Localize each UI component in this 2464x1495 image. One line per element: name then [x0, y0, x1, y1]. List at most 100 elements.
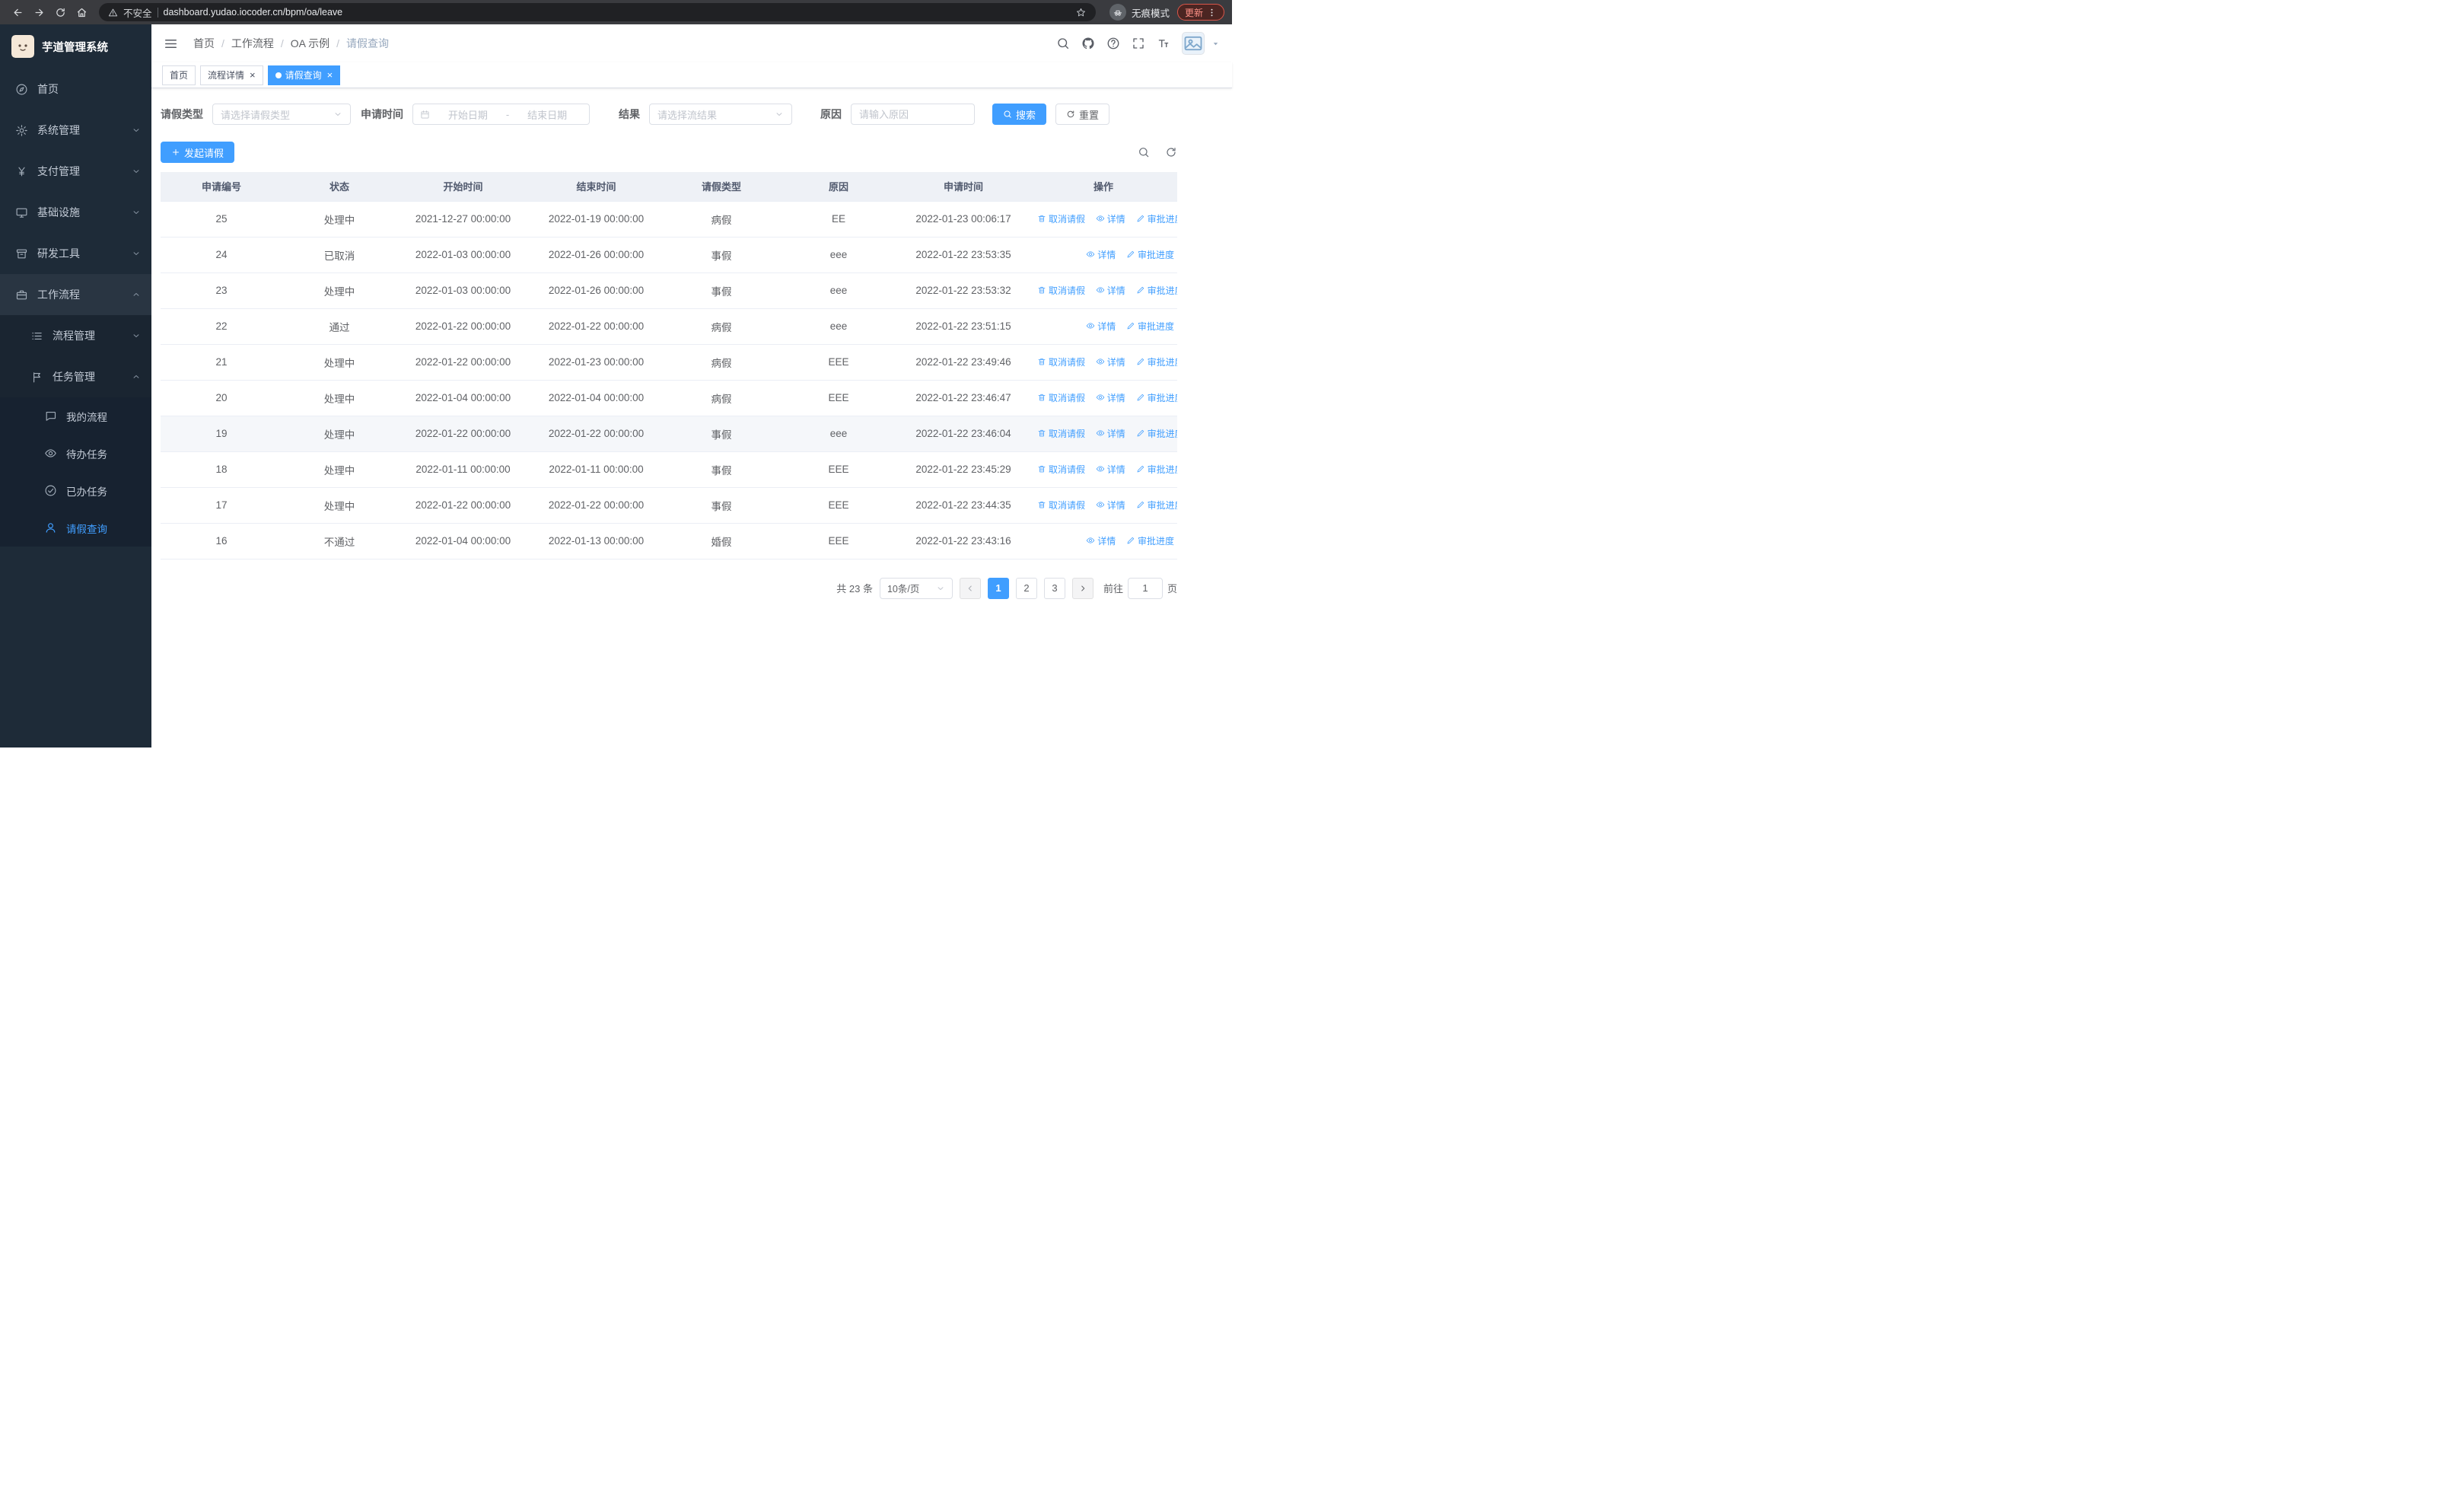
prev-page-button[interactable]: [959, 577, 981, 599]
table-row[interactable]: 24 已取消 2022-01-03 00:00:00 2022-01-26 00…: [161, 237, 1177, 273]
table-row[interactable]: 17 处理中 2022-01-22 00:00:00 2022-01-22 00…: [161, 487, 1177, 524]
approval-progress-link[interactable]: 审批进度: [1136, 212, 1177, 225]
tab-home[interactable]: 首页: [162, 65, 196, 85]
forward-icon[interactable]: [29, 2, 49, 22]
collapse-sidebar-icon[interactable]: [164, 37, 178, 51]
approval-progress-link[interactable]: 审批进度: [1136, 391, 1177, 404]
caret-down-icon[interactable]: [1211, 40, 1220, 48]
edit-icon: [1127, 251, 1135, 258]
eye-icon: [1096, 430, 1104, 436]
sidebar-item-home[interactable]: 首页: [0, 69, 151, 110]
sidebar-item-system[interactable]: 系统管理: [0, 110, 151, 151]
cancel-leave-link[interactable]: 取消请假: [1037, 463, 1085, 476]
cancel-leave-link[interactable]: 取消请假: [1037, 212, 1085, 225]
app-logo-row[interactable]: 芋道管理系统: [0, 24, 151, 69]
cancel-leave-link[interactable]: 取消请假: [1037, 427, 1085, 440]
detail-link[interactable]: 详情: [1096, 463, 1125, 476]
cancel-leave-link[interactable]: 取消请假: [1037, 391, 1085, 404]
create-leave-button[interactable]: 发起请假: [161, 142, 235, 163]
avatar[interactable]: [1182, 32, 1205, 55]
tab-leave-query[interactable]: 请假查询 ×: [267, 65, 341, 85]
table-row[interactable]: 22 通过 2022-01-22 00:00:00 2022-01-22 00:…: [161, 308, 1177, 345]
cell-end-time: 2022-01-23 00:00:00: [530, 344, 663, 381]
approval-progress-link[interactable]: 审批进度: [1136, 355, 1177, 368]
sidebar-item-payment[interactable]: 支付管理: [0, 151, 151, 192]
table-row[interactable]: 20 处理中 2022-01-04 00:00:00 2022-01-04 00…: [161, 380, 1177, 416]
table-row[interactable]: 25 处理中 2021-12-27 00:00:00 2022-01-19 00…: [161, 201, 1177, 237]
detail-link[interactable]: 详情: [1096, 212, 1125, 225]
fullscreen-icon[interactable]: [1132, 37, 1145, 50]
tab-process-detail[interactable]: 流程详情 ×: [200, 65, 263, 85]
home-icon[interactable]: [72, 2, 91, 22]
cell-end-time: 2022-01-26 00:00:00: [530, 237, 663, 273]
approval-progress-link[interactable]: 审批进度: [1136, 499, 1177, 512]
sidebar-item-my-process[interactable]: 我的流程: [0, 397, 151, 435]
apply-time-range-picker[interactable]: 开始日期 - 结束日期: [412, 104, 590, 125]
table-row[interactable]: 23 处理中 2022-01-03 00:00:00 2022-01-26 00…: [161, 273, 1177, 309]
cancel-leave-link[interactable]: 取消请假: [1037, 355, 1085, 368]
bookmark-star-icon[interactable]: [1075, 7, 1087, 18]
github-icon[interactable]: [1081, 37, 1095, 50]
leave-type-select[interactable]: 请选择请假类型: [212, 104, 351, 125]
sidebar-item-infrastructure[interactable]: 基础设施: [0, 192, 151, 233]
approval-progress-link[interactable]: 审批进度: [1126, 534, 1174, 547]
table-row[interactable]: 18 处理中 2022-01-11 00:00:00 2022-01-11 00…: [161, 451, 1177, 488]
reload-icon[interactable]: [50, 2, 70, 22]
search-icon[interactable]: [1056, 37, 1070, 50]
page-button-3[interactable]: 3: [1043, 577, 1065, 599]
back-icon[interactable]: [8, 2, 27, 22]
approval-progress-link[interactable]: 审批进度: [1136, 427, 1177, 440]
url-text: dashboard.yudao.iocoder.cn/bpm/oa/leave: [163, 7, 343, 18]
detail-link[interactable]: 详情: [1086, 534, 1116, 547]
sidebar-item-devtools[interactable]: 研发工具: [0, 233, 151, 274]
update-button[interactable]: 更新: [1176, 4, 1224, 21]
result-select[interactable]: 请选择流结果: [649, 104, 792, 125]
page-size-select[interactable]: 10条/页: [879, 577, 953, 599]
approval-progress-link[interactable]: 审批进度: [1126, 248, 1174, 261]
sidebar-item-workflow[interactable]: 工作流程: [0, 274, 151, 315]
detail-link[interactable]: 详情: [1096, 391, 1125, 404]
breadcrumb-home[interactable]: 首页: [193, 36, 215, 51]
table-row[interactable]: 19 处理中 2022-01-22 00:00:00 2022-01-22 00…: [161, 416, 1177, 452]
detail-link[interactable]: 详情: [1096, 499, 1125, 512]
table-header-row: 申请编号 状态 开始时间 结束时间 请假类型 原因 申请时间 操作: [161, 172, 1177, 202]
table-row[interactable]: 16 不通过 2022-01-04 00:00:00 2022-01-13 00…: [161, 523, 1177, 559]
approval-progress-link[interactable]: 审批进度: [1136, 463, 1177, 476]
search-button[interactable]: 搜索: [992, 104, 1047, 125]
sidebar-item-done-tasks[interactable]: 已办任务: [0, 472, 151, 509]
sidebar-item-todo-tasks[interactable]: 待办任务: [0, 435, 151, 472]
help-icon[interactable]: [1106, 37, 1120, 50]
detail-link[interactable]: 详情: [1096, 355, 1125, 368]
cell-actions: 取消请假 详情 审批进度: [1030, 451, 1177, 488]
breadcrumb: 首页 / 工作流程 / OA 示例 / 请假查询: [193, 36, 390, 51]
goto-page-input[interactable]: [1127, 577, 1163, 599]
delete-icon: [1038, 430, 1046, 437]
toggle-search-icon[interactable]: [1138, 146, 1150, 158]
detail-link[interactable]: 详情: [1086, 320, 1116, 333]
refresh-icon[interactable]: [1165, 146, 1177, 158]
close-tab-icon[interactable]: ×: [250, 70, 256, 80]
breadcrumb-oa-example[interactable]: OA 示例: [291, 36, 329, 51]
sidebar-item-task-management[interactable]: 任务管理: [0, 356, 151, 397]
page-button-2[interactable]: 2: [1015, 577, 1037, 599]
cancel-leave-link[interactable]: 取消请假: [1037, 284, 1085, 297]
detail-link[interactable]: 详情: [1096, 284, 1125, 297]
close-tab-icon[interactable]: ×: [327, 70, 333, 80]
sidebar-item-process-management[interactable]: 流程管理: [0, 315, 151, 356]
detail-link[interactable]: 详情: [1086, 248, 1116, 261]
approval-progress-link[interactable]: 审批进度: [1126, 320, 1174, 333]
breadcrumb-workflow[interactable]: 工作流程: [231, 36, 274, 51]
font-size-icon[interactable]: [1157, 37, 1170, 50]
page-button-1[interactable]: 1: [987, 577, 1009, 599]
sidebar-item-leave-query[interactable]: 请假查询: [0, 509, 151, 547]
detail-link[interactable]: 详情: [1096, 427, 1125, 440]
reset-button[interactable]: 重置: [1055, 104, 1110, 125]
table-row[interactable]: 21 处理中 2022-01-22 00:00:00 2022-01-23 00…: [161, 344, 1177, 381]
cancel-leave-link[interactable]: 取消请假: [1037, 499, 1085, 512]
reason-input[interactable]: [851, 104, 975, 125]
address-bar[interactable]: 不安全 dashboard.yudao.iocoder.cn/bpm/oa/le…: [99, 3, 1096, 21]
chat-icon: [46, 411, 56, 421]
next-page-button[interactable]: [1071, 577, 1094, 599]
kebab-menu-icon[interactable]: [1207, 8, 1217, 18]
approval-progress-link[interactable]: 审批进度: [1136, 284, 1177, 297]
